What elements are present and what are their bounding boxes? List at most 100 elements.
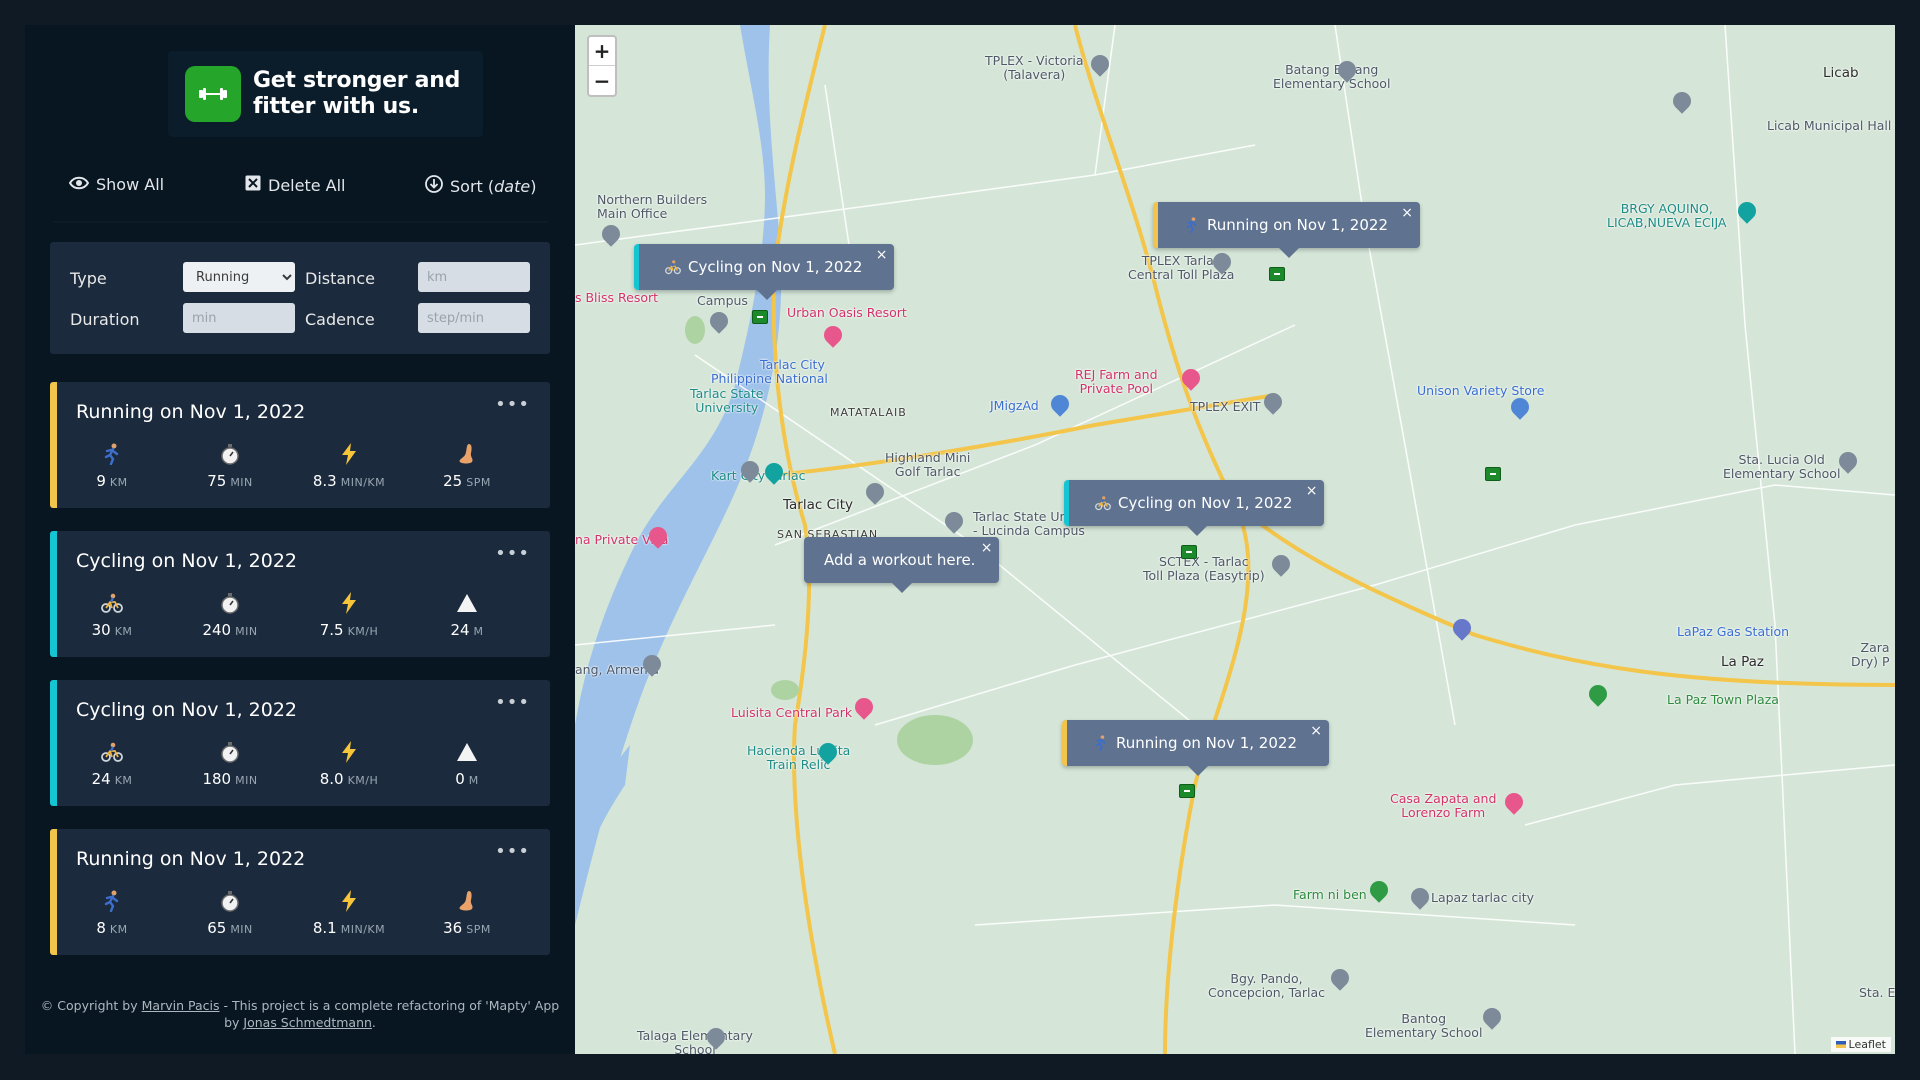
duration-input[interactable] bbox=[183, 303, 295, 333]
cyclist-icon bbox=[1095, 495, 1111, 511]
place-label: Bantog Elementary School bbox=[1365, 1011, 1483, 1040]
place-label: BRGY AQUINO, LICAB,NUEVA ECIJA bbox=[1607, 201, 1727, 230]
stat-unit: M bbox=[468, 774, 479, 787]
map[interactable]: + − TPLEX - Victoria (Talavera) Batang Ba… bbox=[575, 25, 1895, 1054]
popup-tip bbox=[1187, 766, 1208, 776]
stat-unit: KM/H bbox=[347, 774, 379, 787]
place-label: La Paz Town Plaza bbox=[1667, 692, 1779, 707]
footprint-icon bbox=[412, 889, 522, 913]
stat-value: 180 MIN bbox=[175, 770, 285, 788]
original-author-link[interactable]: Jonas Schmedtmann bbox=[243, 1015, 372, 1030]
popup-close-button[interactable]: × bbox=[1401, 205, 1413, 221]
workout-options-button[interactable]: ••• bbox=[495, 692, 530, 713]
workout-marker-icon[interactable] bbox=[1269, 267, 1285, 281]
mountain-icon bbox=[412, 740, 522, 764]
sort-button[interactable]: Sort (date) bbox=[425, 175, 536, 197]
stat-value: 0M bbox=[412, 770, 522, 788]
place-label: Highland Mini Golf Tarlac bbox=[885, 450, 971, 479]
workout-marker-icon[interactable] bbox=[752, 310, 768, 324]
workout-stat: 8.1 MIN/KM bbox=[294, 889, 404, 937]
show-all-button[interactable]: Show All bbox=[68, 175, 165, 194]
workout-marker-icon[interactable] bbox=[1181, 545, 1197, 559]
dumbbell-icon bbox=[185, 66, 241, 122]
place-label: TPLEX EXIT bbox=[1190, 399, 1261, 414]
workout-title: Running on Nov 1, 2022 bbox=[76, 848, 306, 870]
workout-stat: 24 KM bbox=[57, 740, 167, 788]
workout-card-running[interactable]: Running on Nov 1, 2022 ••• 8 KM 65 MIN 8.1 MIN/… bbox=[50, 829, 550, 955]
add-workout-popup[interactable]: Add a workout here. × bbox=[804, 537, 1000, 593]
workout-options-button[interactable]: ••• bbox=[495, 841, 530, 862]
distance-input[interactable] bbox=[418, 262, 530, 292]
stat-value: 25 SPM bbox=[412, 472, 522, 490]
workout-stat: 8 KM bbox=[57, 889, 167, 937]
workout-options-button[interactable]: ••• bbox=[495, 543, 530, 564]
place-label: LaPaz Gas Station bbox=[1677, 624, 1790, 639]
type-select[interactable]: Running Cycling bbox=[183, 262, 295, 292]
runner-icon bbox=[1184, 217, 1200, 233]
place-label: Sta. Lucia Old Elementary School bbox=[1723, 452, 1841, 481]
stopwatch-icon bbox=[175, 442, 285, 466]
workout-title: Cycling on Nov 1, 2022 bbox=[76, 550, 298, 572]
stat-unit: KM bbox=[109, 476, 128, 489]
workout-controls: Show All Delete All Sort (date) bbox=[25, 175, 575, 209]
workout-card-running[interactable]: Running on Nov 1, 2022 ••• 9 KM 75 MIN 8.3 MIN/… bbox=[50, 382, 550, 508]
stat-unit: M bbox=[473, 625, 484, 638]
workout-stat: 25 SPM bbox=[412, 442, 522, 490]
mountain-icon bbox=[412, 591, 522, 615]
stat-unit: MIN bbox=[230, 923, 253, 936]
sidebar: Get stronger and fitter with us. Show Al… bbox=[25, 25, 575, 1054]
place-label: Sta. E bbox=[1859, 985, 1895, 1000]
popup-text: Running on Nov 1, 2022 bbox=[1116, 734, 1297, 752]
stopwatch-icon bbox=[175, 740, 285, 764]
delete-all-button[interactable]: Delete All bbox=[245, 175, 346, 195]
workout-stat: 24 M bbox=[412, 591, 522, 639]
popup-close-button[interactable]: × bbox=[981, 540, 993, 556]
stat-number: 8 bbox=[96, 919, 106, 937]
stat-number: 240 bbox=[202, 621, 232, 639]
cadence-input[interactable] bbox=[418, 303, 530, 333]
stat-number: 9 bbox=[96, 472, 106, 490]
workout-marker-icon[interactable] bbox=[1179, 784, 1195, 798]
workout-popup[interactable]: Cycling on Nov 1, 2022 × bbox=[1064, 480, 1325, 536]
popup-close-button[interactable]: × bbox=[1306, 483, 1318, 499]
place-label: s Bliss Resort bbox=[575, 290, 659, 305]
stat-value: 240 MIN bbox=[175, 621, 285, 639]
stat-value: 24 M bbox=[412, 621, 522, 639]
logo-line-1: Get stronger and bbox=[253, 68, 461, 93]
place-label: Batang Batang Elementary School bbox=[1273, 62, 1391, 91]
popup-close-button[interactable]: × bbox=[1310, 723, 1322, 739]
workout-card-cycling[interactable]: Cycling on Nov 1, 2022 ••• 30 KM 240 MIN 7.5 KM… bbox=[50, 531, 550, 657]
stat-unit: KM bbox=[114, 774, 133, 787]
stat-value: 8.3 MIN/KM bbox=[294, 472, 404, 490]
divider bbox=[53, 221, 548, 223]
leaflet-link[interactable]: Leaflet bbox=[1849, 1038, 1886, 1051]
place-label: Luisita Central Park bbox=[731, 705, 853, 720]
delete-all-label: Delete All bbox=[268, 175, 346, 195]
sort-down-icon bbox=[425, 175, 443, 197]
workout-card-cycling[interactable]: Cycling on Nov 1, 2022 ••• 24 KM 180 MIN 8.0 KM… bbox=[50, 680, 550, 806]
zoom-out-button[interactable]: − bbox=[589, 66, 615, 95]
workout-popup[interactable]: Cycling on Nov 1, 2022 × bbox=[634, 244, 895, 300]
place-label: Talaga Elementary School bbox=[637, 1028, 753, 1055]
popup-close-button[interactable]: × bbox=[876, 247, 888, 263]
workout-stat: 30 KM bbox=[57, 591, 167, 639]
zoom-in-button[interactable]: + bbox=[589, 37, 615, 66]
runner-icon bbox=[1093, 735, 1109, 751]
place-label: Zara Dry) P bbox=[1851, 640, 1890, 669]
footprint-icon bbox=[412, 442, 522, 466]
workout-popup[interactable]: Running on Nov 1, 2022 × bbox=[1062, 720, 1329, 776]
stat-value: 30 KM bbox=[57, 621, 167, 639]
place-label: Tarlac City bbox=[783, 497, 854, 513]
author-link[interactable]: Marvin Pacis bbox=[142, 998, 220, 1013]
stat-unit: KM bbox=[114, 625, 133, 638]
cadence-label: Cadence bbox=[305, 310, 375, 329]
stat-unit: MIN/KM bbox=[340, 923, 386, 936]
workout-stat: 180 MIN bbox=[175, 740, 285, 788]
place-label: Northern Builders Main Office bbox=[597, 192, 708, 221]
popup-tip bbox=[1278, 248, 1299, 258]
sort-label: Sort (date) bbox=[450, 176, 537, 196]
workout-marker-icon[interactable] bbox=[1485, 467, 1501, 481]
show-all-label: Show All bbox=[96, 175, 165, 194]
workout-options-button[interactable]: ••• bbox=[495, 394, 530, 415]
workout-popup[interactable]: Running on Nov 1, 2022 × bbox=[1153, 202, 1420, 258]
